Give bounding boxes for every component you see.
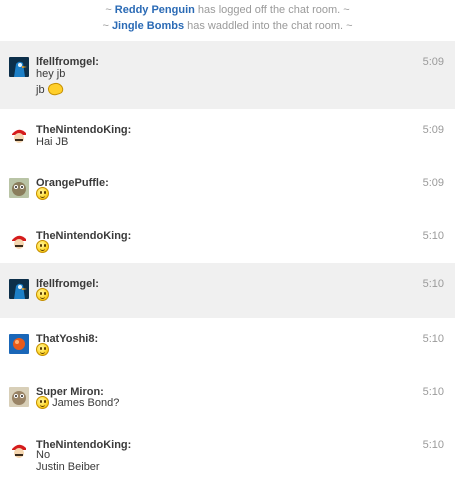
chat-message: ThatYoshi8: 5:10 [0,318,455,371]
message-text: James Bond? [52,397,120,409]
chat-message: Super Miron: 5:10 James Bond? [0,371,455,424]
message-timestamp: 5:10 [422,439,444,451]
chat-message: TheNintendoKing: 5:09 Hai JB [0,109,455,162]
message-text: Hai JB [36,136,69,148]
notice-username-link[interactable]: Reddy Penguin [115,4,195,16]
blue-penguin-avatar[interactable] [9,57,29,77]
blue-penguin-avatar[interactable] [9,279,29,299]
notice-username-link[interactable]: Jingle Bombs [112,20,184,32]
chat-message: OrangePuffle: 5:09 [0,162,455,215]
notice-prefix: ~ [102,20,112,32]
chat-message: TheNintendoKing: 5:10 [0,215,455,263]
creature-avatar[interactable] [9,387,29,407]
yoshi-avatar[interactable] [9,334,29,354]
notice-text: has logged off the chat room. ~ [194,4,350,16]
mario-avatar[interactable] [9,231,29,251]
message-username[interactable]: TheNintendoKing: [36,230,131,242]
message-text: jb [36,84,45,96]
smiley-emoticon-icon [36,187,49,200]
message-timestamp: 5:09 [422,56,444,68]
creature-avatar[interactable] [9,178,29,198]
notice-text: has waddled into the chat room. ~ [184,20,353,32]
system-notice: ~ Reddy Penguin has logged off the chat … [0,4,455,16]
message-text: hey jb [36,68,66,80]
chat-message: lfellfromgel: 5:09 hey jb jb [0,41,455,109]
notice-prefix: ~ [105,4,115,16]
message-username[interactable]: TheNintendoKing: [36,439,131,451]
message-timestamp: 5:09 [422,124,444,136]
message-timestamp: 5:09 [422,177,444,189]
message-timestamp: 5:10 [422,278,444,290]
system-notice: ~ Jingle Bombs has waddled into the chat… [0,20,455,32]
message-text-line: jb [36,81,64,98]
smiley-emoticon-icon [36,288,49,301]
smiley-emoticon-icon [36,396,49,409]
chat-message: TheNintendoKing: 5:10 No Justin Beiber [0,424,455,479]
message-text-line [36,287,49,303]
smiley-emoticon-icon [36,240,49,253]
mario-avatar[interactable] [9,125,29,145]
message-text-line [36,186,49,202]
message-timestamp: 5:10 [422,386,444,398]
waving-hand-emoticon-icon [46,81,64,97]
smiley-emoticon-icon [36,343,49,356]
message-text-line [36,342,49,358]
message-text-line [36,239,49,255]
message-timestamp: 5:10 [422,333,444,345]
message-timestamp: 5:10 [422,230,444,242]
message-text: Justin Beiber [36,461,100,473]
message-text-line: James Bond? [36,395,119,411]
mario-avatar[interactable] [9,440,29,460]
chat-message: lfellfromgel: 5:10 [0,263,455,318]
